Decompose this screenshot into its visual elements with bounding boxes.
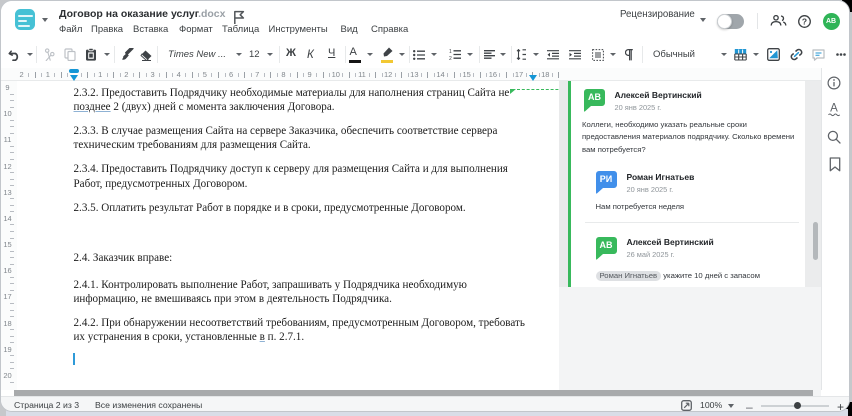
svg-text:А: А [830, 103, 838, 115]
svg-text:2: 2 [449, 56, 452, 60]
svg-text:1: 1 [449, 49, 452, 55]
svg-text:?: ? [801, 17, 806, 27]
